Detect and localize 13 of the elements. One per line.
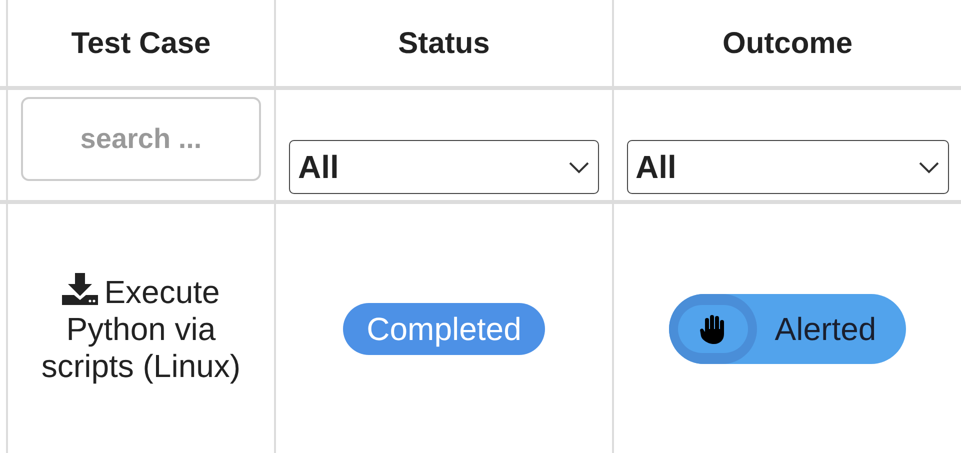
download-icon xyxy=(62,273,98,306)
column-header: Status xyxy=(398,26,490,62)
search-field[interactable]: search ... xyxy=(21,97,261,181)
filter-dropdown[interactable]: All xyxy=(626,140,948,194)
filter-dropdown[interactable]: All xyxy=(289,140,599,194)
outcome-badge: Alerted xyxy=(668,294,906,364)
hand-icon xyxy=(700,314,726,344)
column-header: Outcome xyxy=(722,26,853,62)
test-case-name: Execute Python via scripts (Linux) xyxy=(41,273,241,385)
column-header: Test Case xyxy=(71,26,211,62)
status-badge: Completed xyxy=(342,302,546,356)
chevron-down-icon xyxy=(918,160,940,174)
chevron-down-icon xyxy=(568,160,590,174)
